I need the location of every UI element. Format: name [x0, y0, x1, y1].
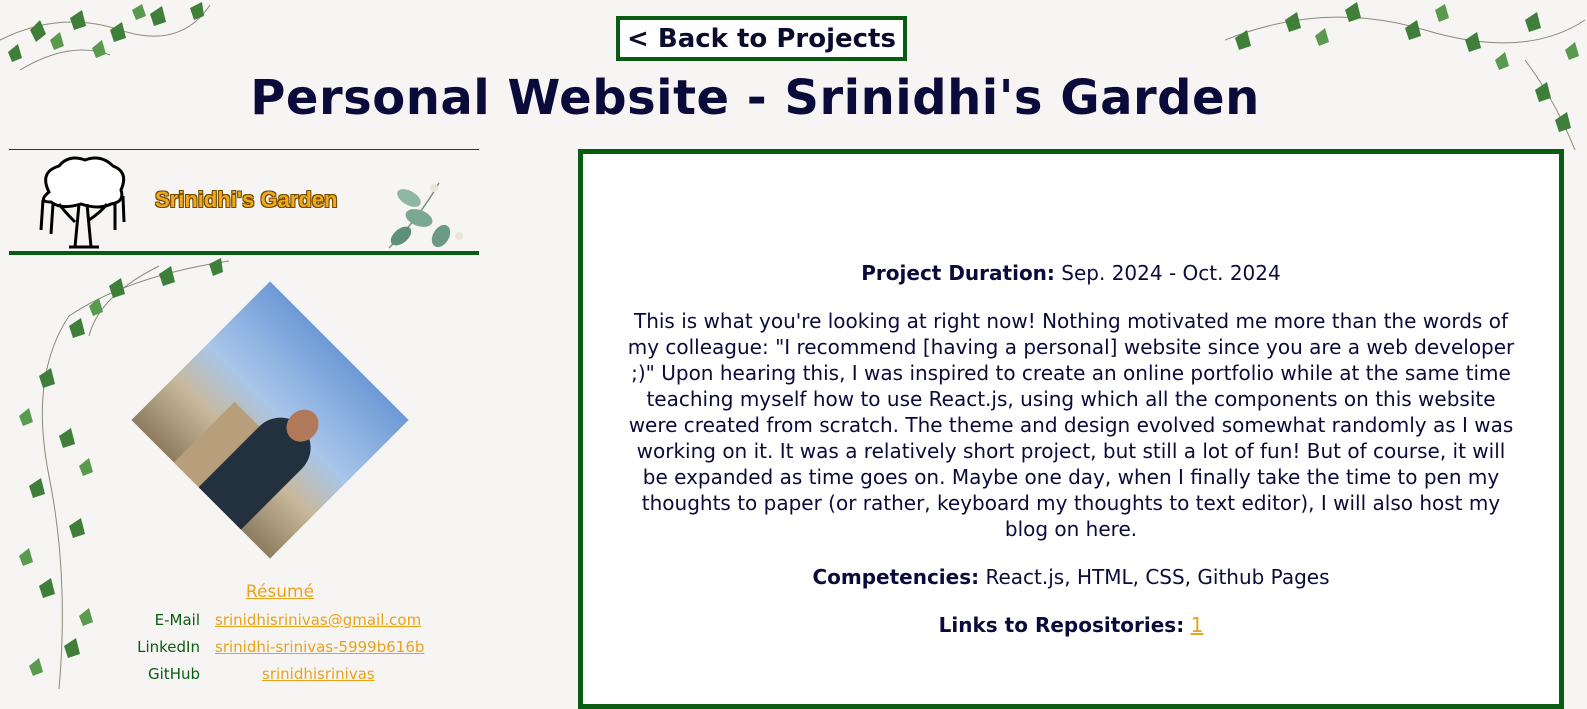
- contact-label: GitHub: [148, 665, 200, 683]
- github-link[interactable]: srinidhisrinivas: [262, 665, 375, 683]
- contact-label: E-Mail: [154, 611, 200, 629]
- contact-label: LinkedIn: [137, 638, 200, 656]
- competencies-label: Competencies:: [812, 565, 980, 589]
- project-details: Project Duration: Sep. 2024 - Oct. 2024 …: [623, 260, 1519, 660]
- sidebar-header: Srinidhi's Garden: [9, 149, 479, 255]
- competencies-value: React.js, HTML, CSS, Github Pages: [985, 565, 1330, 589]
- duration-value: Sep. 2024 - Oct. 2024: [1061, 261, 1281, 285]
- repository-link[interactable]: 1: [1191, 613, 1204, 637]
- duration-label: Project Duration:: [861, 261, 1055, 285]
- resume-link[interactable]: Résumé: [0, 582, 560, 602]
- project-details-panel: Project Duration: Sep. 2024 - Oct. 2024 …: [578, 149, 1564, 709]
- linkedin-link[interactable]: srinidhi-srinivas-5999b616b: [215, 638, 424, 656]
- project-description: This is what you're looking at right now…: [627, 309, 1515, 541]
- eucalyptus-icon: [388, 182, 463, 249]
- back-to-projects-button[interactable]: < Back to Projects: [616, 16, 907, 61]
- email-link[interactable]: srinidhisrinivas@gmail.com: [215, 611, 421, 629]
- tree-logo-icon[interactable]: [29, 152, 133, 252]
- links-label: Links to Repositories:: [938, 613, 1185, 637]
- project-competencies: Competencies: React.js, HTML, CSS, Githu…: [623, 564, 1519, 590]
- site-name[interactable]: Srinidhi's Garden: [155, 187, 338, 213]
- project-duration: Project Duration: Sep. 2024 - Oct. 2024: [623, 260, 1519, 286]
- project-links: Links to Repositories: 1: [623, 612, 1519, 638]
- ivy-vine-top-left-icon: [0, 2, 211, 71]
- page-title: Personal Website - Srinidhi's Garden: [250, 70, 1260, 126]
